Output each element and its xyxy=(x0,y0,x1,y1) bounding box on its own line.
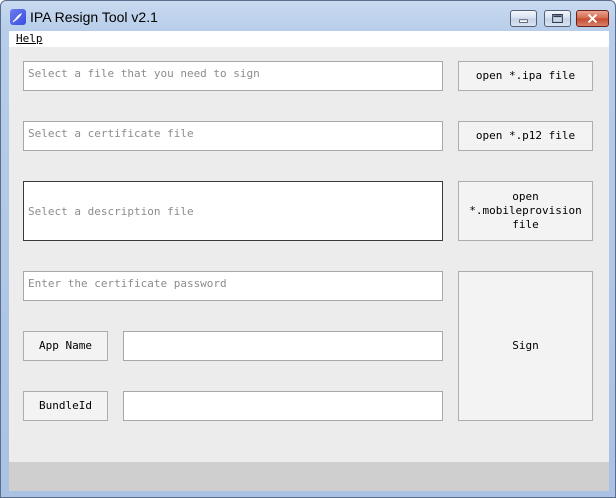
window-title: IPA Resign Tool v2.1 xyxy=(30,9,158,25)
status-bar xyxy=(9,462,609,491)
app-name-input[interactable] xyxy=(123,331,443,361)
password-input[interactable]: Enter the certificate password xyxy=(23,271,443,301)
sign-button[interactable]: Sign xyxy=(458,271,593,421)
minimize-icon xyxy=(519,19,528,23)
title-bar[interactable]: IPA Resign Tool v2.1 xyxy=(1,1,615,31)
close-icon xyxy=(587,13,598,24)
close-button[interactable] xyxy=(576,10,609,27)
menu-help[interactable]: Help xyxy=(16,32,43,45)
minimize-button[interactable] xyxy=(510,10,537,27)
maximize-button[interactable] xyxy=(544,10,571,27)
menu-bar: Help xyxy=(9,31,609,47)
app-feather-icon xyxy=(10,9,26,25)
maximize-icon xyxy=(552,14,563,23)
open-mobileprovision-button[interactable]: open *.mobileprovision file xyxy=(458,181,593,241)
bundle-id-label: BundleId xyxy=(23,391,108,421)
certificate-file-input[interactable]: Select a certificate file xyxy=(23,121,443,151)
app-name-label: App Name xyxy=(23,331,108,361)
open-ipa-button[interactable]: open *.ipa file xyxy=(458,61,593,91)
open-p12-button[interactable]: open *.p12 file xyxy=(458,121,593,151)
bundle-id-input[interactable] xyxy=(123,391,443,421)
description-file-input[interactable]: Select a description file xyxy=(23,181,443,241)
ipa-file-input[interactable]: Select a file that you need to sign xyxy=(23,61,443,91)
